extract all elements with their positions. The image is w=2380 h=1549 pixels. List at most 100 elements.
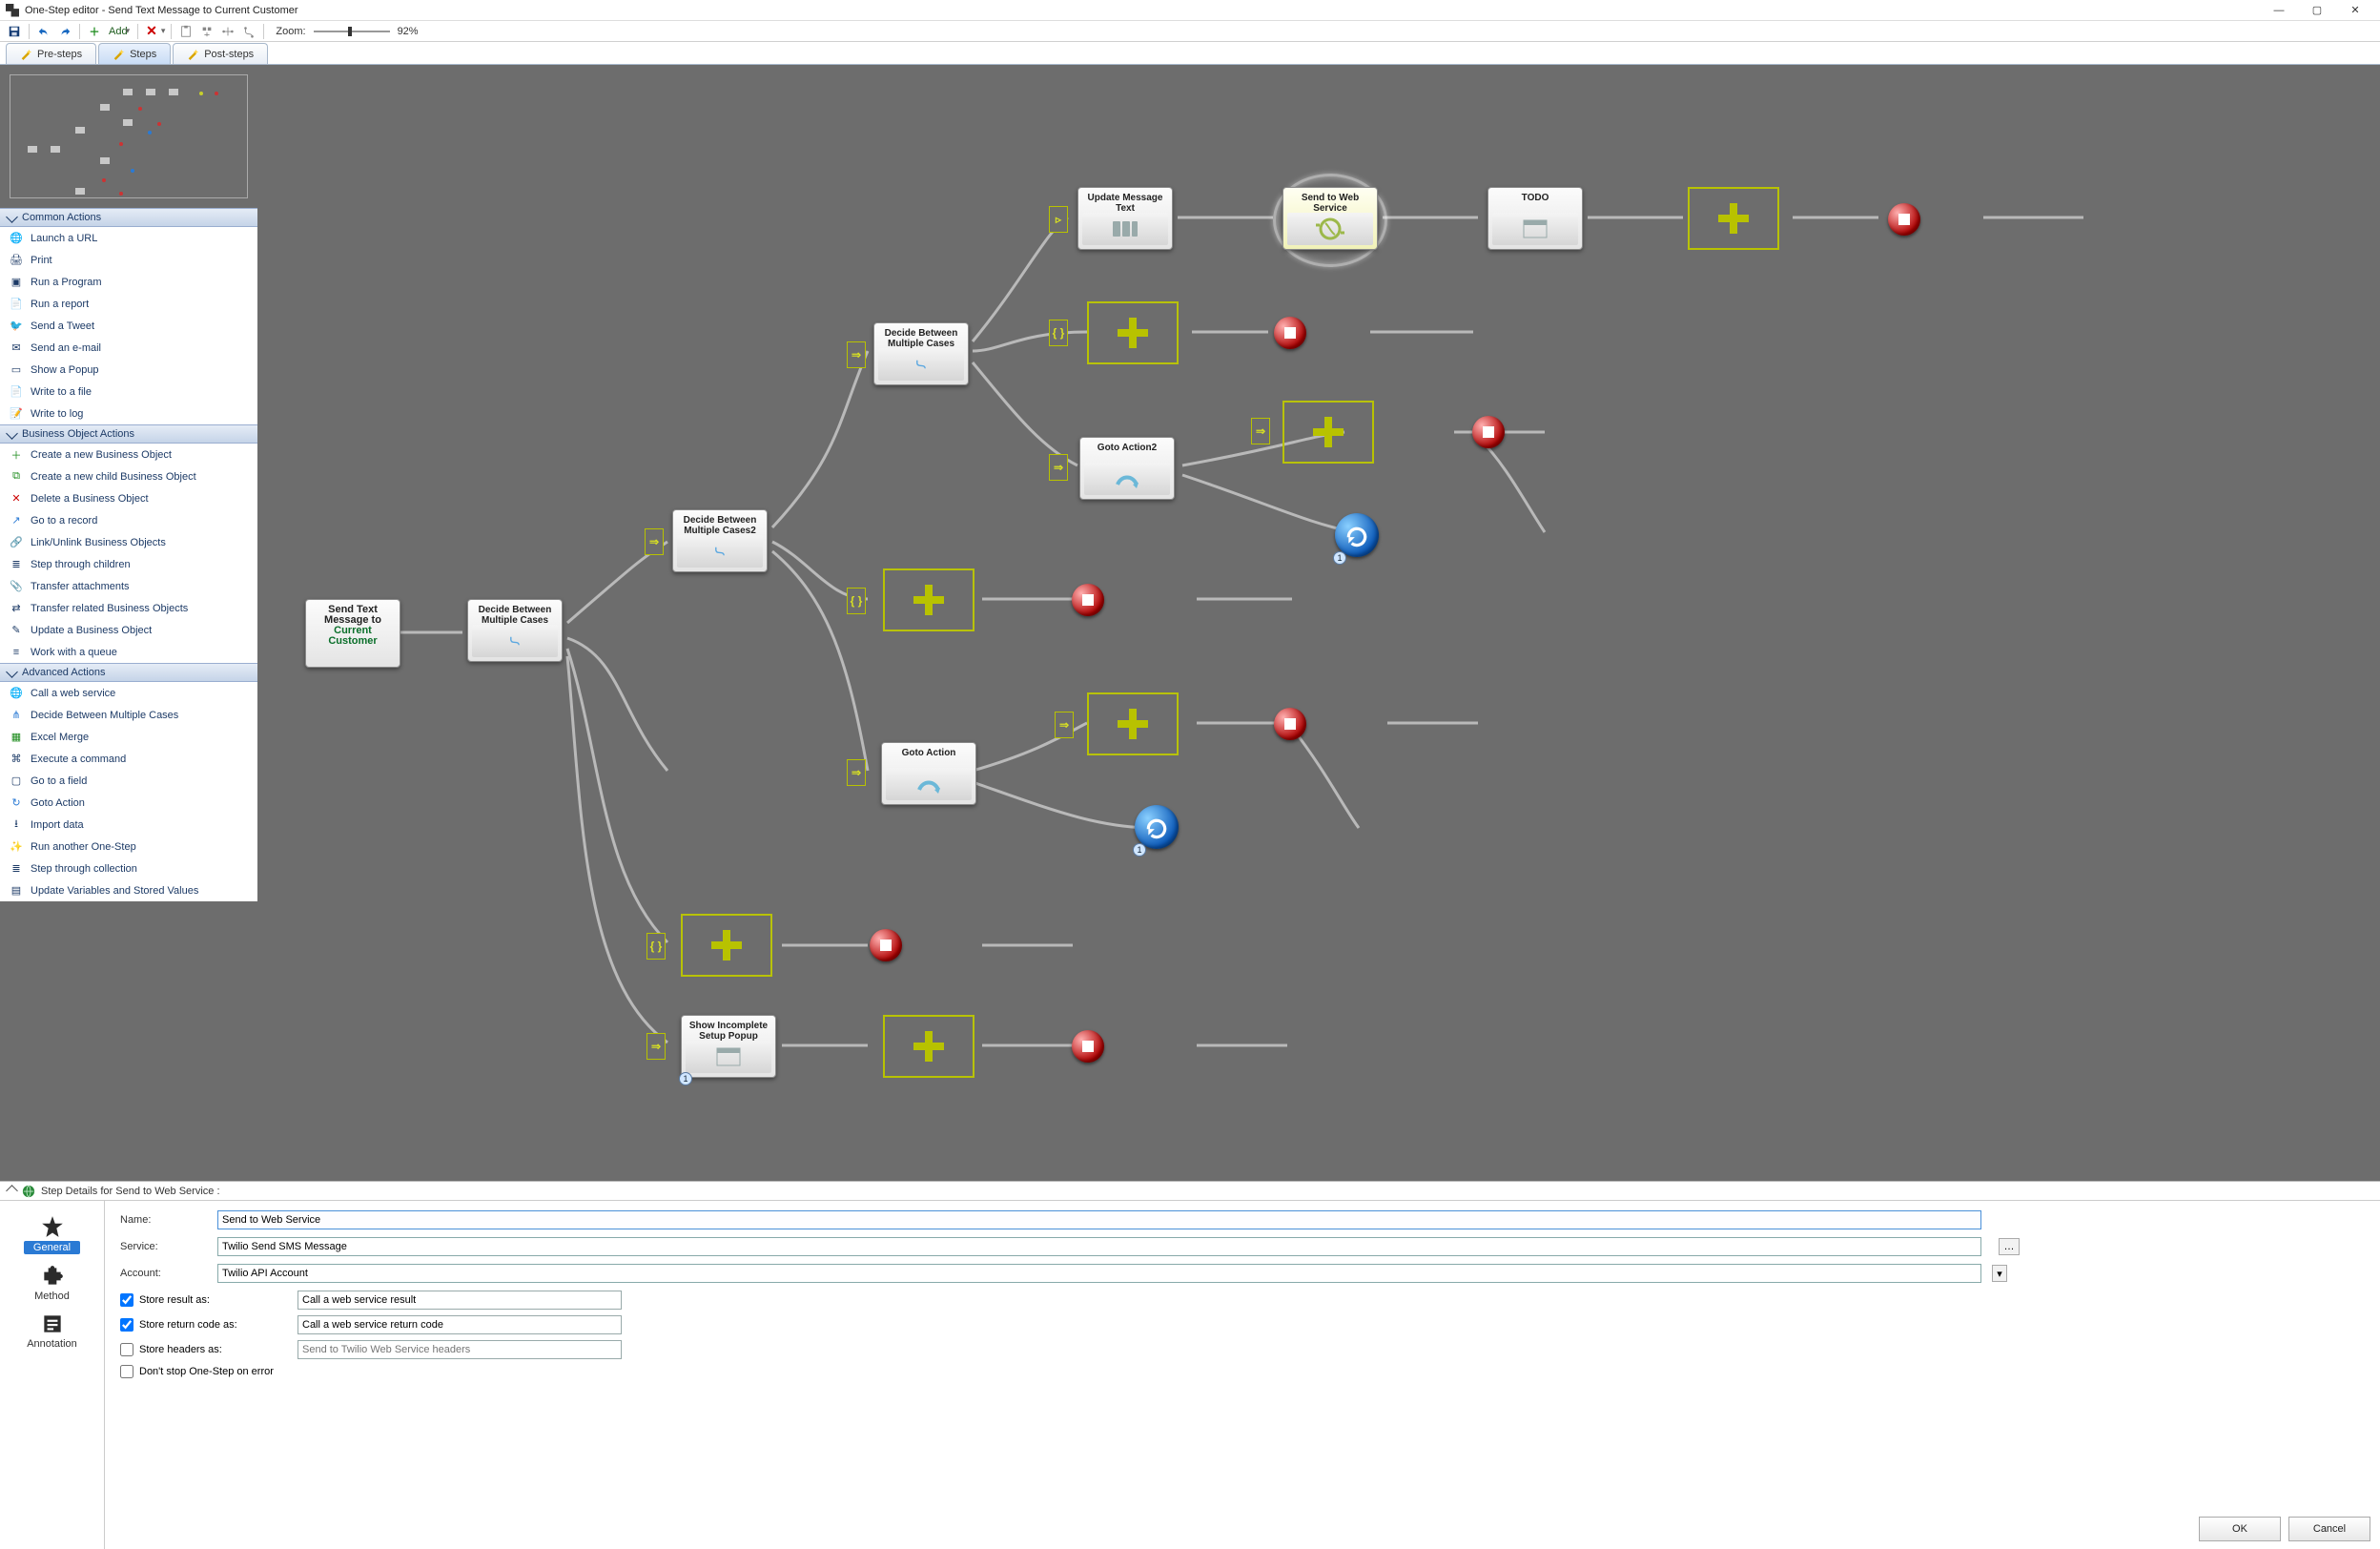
tab-steps[interactable]: Steps [98, 43, 171, 64]
connector-stub[interactable]: ⇒ [1055, 712, 1074, 738]
details-tab-general[interactable]: General [10, 1210, 95, 1258]
node-goto-action[interactable]: Goto Action [881, 742, 976, 805]
distribute-icon[interactable] [219, 23, 236, 40]
action-decide[interactable]: ⋔Decide Between Multiple Cases [0, 704, 257, 726]
tab-pre-steps[interactable]: Pre-steps [6, 43, 96, 64]
tab-post-steps[interactable]: Post-steps [173, 43, 268, 64]
end-node[interactable] [1274, 317, 1306, 349]
action-step-collection[interactable]: ≣Step through collection [0, 857, 257, 879]
end-node[interactable] [1888, 203, 1920, 236]
loop-node[interactable] [1335, 513, 1379, 557]
delete-icon[interactable]: ✕ [144, 23, 159, 39]
action-update-bo[interactable]: ✎Update a Business Object [0, 619, 257, 641]
end-node[interactable] [1072, 1030, 1104, 1063]
action-goto-field[interactable]: ▢Go to a field [0, 770, 257, 792]
undo-icon[interactable] [35, 23, 52, 40]
action-create-bo[interactable]: ＋Create a new Business Object [0, 444, 257, 465]
input-account[interactable] [217, 1264, 1981, 1283]
zoom-slider[interactable] [314, 31, 390, 32]
action-run-program[interactable]: ▣Run a Program [0, 271, 257, 293]
end-node[interactable] [1472, 416, 1505, 448]
details-tab-annotation[interactable]: Annotation [10, 1308, 95, 1353]
window-maximize[interactable]: ▢ [2298, 1, 2336, 20]
connector-stub[interactable]: ▹ [1049, 206, 1068, 233]
action-step-children[interactable]: ≣Step through children [0, 553, 257, 575]
node-decide-2[interactable]: Decide Between Multiple Cases2 [672, 509, 768, 572]
action-write-log[interactable]: 📝Write to log [0, 403, 257, 424]
save-icon[interactable] [6, 23, 23, 40]
node-decide-1[interactable]: Decide Between Multiple Cases [467, 599, 563, 662]
end-node[interactable] [1274, 708, 1306, 740]
action-launch-url[interactable]: 🌐Launch a URL [0, 227, 257, 249]
panel-common-actions[interactable]: Common Actions [0, 208, 257, 227]
end-node[interactable] [1072, 584, 1104, 616]
connector-stub[interactable]: { } [847, 588, 866, 614]
node-update-message[interactable]: Update Message Text [1077, 187, 1173, 250]
connector-stub[interactable]: ⇒ [1049, 454, 1068, 481]
input-service[interactable] [217, 1237, 1981, 1256]
align-icon[interactable] [198, 23, 215, 40]
add-button[interactable]: Add▾ [107, 26, 132, 37]
minimap[interactable] [10, 74, 248, 198]
workflow-canvas[interactable]: Send Text Message to Current Customer De… [257, 65, 2380, 1181]
input-store-headers[interactable] [298, 1340, 622, 1359]
add-step-placeholder[interactable] [883, 1015, 975, 1078]
action-write-file[interactable]: 📄Write to a file [0, 381, 257, 403]
window-minimize[interactable]: — [2260, 1, 2298, 20]
chk-store-result[interactable] [120, 1293, 133, 1307]
redo-icon[interactable] [56, 23, 73, 40]
clipboard-icon[interactable] [177, 23, 195, 40]
add-step-placeholder[interactable] [1282, 401, 1374, 464]
add-step-placeholder[interactable] [1688, 187, 1779, 250]
end-node[interactable] [870, 929, 902, 961]
chk-store-headers[interactable] [120, 1343, 133, 1356]
chk-store-code[interactable] [120, 1318, 133, 1332]
action-print[interactable]: 🖨Print [0, 249, 257, 271]
action-delete-bo[interactable]: ✕Delete a Business Object [0, 487, 257, 509]
add-step-placeholder[interactable] [883, 568, 975, 631]
dropdown-icon[interactable]: ▾ [1992, 1265, 2007, 1282]
node-send-text-message[interactable]: Send Text Message to Current Customer [305, 599, 400, 668]
branch-icon[interactable] [240, 23, 257, 40]
add-step-placeholder[interactable] [1087, 692, 1179, 755]
input-store-code[interactable] [298, 1315, 622, 1334]
action-show-popup[interactable]: ▭Show a Popup [0, 359, 257, 381]
cancel-button[interactable]: Cancel [2288, 1517, 2370, 1541]
connector-stub[interactable]: ⇒ [646, 1033, 666, 1060]
more-button[interactable]: … [1999, 1238, 2020, 1255]
add-step-placeholder[interactable] [681, 914, 772, 977]
input-name[interactable] [217, 1210, 1981, 1229]
action-run-report[interactable]: 📄Run a report [0, 293, 257, 315]
connector-stub[interactable]: ⇒ [847, 341, 866, 368]
details-tab-method[interactable]: Method [10, 1260, 95, 1306]
node-show-popup[interactable]: Show Incomplete Setup Popup [681, 1015, 776, 1078]
input-store-result[interactable] [298, 1291, 622, 1310]
plus-icon[interactable]: ＋ [86, 23, 103, 40]
connector-stub[interactable]: { } [1049, 320, 1068, 346]
action-send-email[interactable]: ✉Send an e-mail [0, 337, 257, 359]
action-goto-record[interactable]: ↗Go to a record [0, 509, 257, 531]
action-excel-merge[interactable]: ▦Excel Merge [0, 726, 257, 748]
details-header[interactable]: Step Details for Send to Web Service : [0, 1181, 2380, 1200]
chk-dont-stop[interactable] [120, 1365, 133, 1378]
action-transfer-related[interactable]: ⇄Transfer related Business Objects [0, 597, 257, 619]
node-goto-action2[interactable]: Goto Action2 [1079, 437, 1175, 500]
node-decide-3[interactable]: Decide Between Multiple Cases [873, 322, 969, 385]
action-link-unlink[interactable]: 🔗Link/Unlink Business Objects [0, 531, 257, 553]
panel-bo-actions[interactable]: Business Object Actions [0, 424, 257, 444]
action-work-queue[interactable]: ≡Work with a queue [0, 641, 257, 663]
zoom-thumb[interactable] [348, 27, 352, 36]
action-update-vars[interactable]: ▤Update Variables and Stored Values [0, 879, 257, 901]
action-import-data[interactable]: ⭳Import data [0, 814, 257, 836]
connector-stub[interactable]: ⇒ [1251, 418, 1270, 444]
connector-stub[interactable]: ⇒ [645, 528, 664, 555]
action-call-webservice[interactable]: 🌐Call a web service [0, 682, 257, 704]
ok-button[interactable]: OK [2199, 1517, 2281, 1541]
loop-node[interactable] [1135, 805, 1179, 849]
action-run-onestep[interactable]: ✨Run another One-Step [0, 836, 257, 857]
add-step-placeholder[interactable] [1087, 301, 1179, 364]
action-send-tweet[interactable]: 🐦Send a Tweet [0, 315, 257, 337]
action-create-child-bo[interactable]: ⧉Create a new child Business Object [0, 465, 257, 487]
panel-adv-actions[interactable]: Advanced Actions [0, 663, 257, 682]
node-todo[interactable]: TODO [1488, 187, 1583, 250]
